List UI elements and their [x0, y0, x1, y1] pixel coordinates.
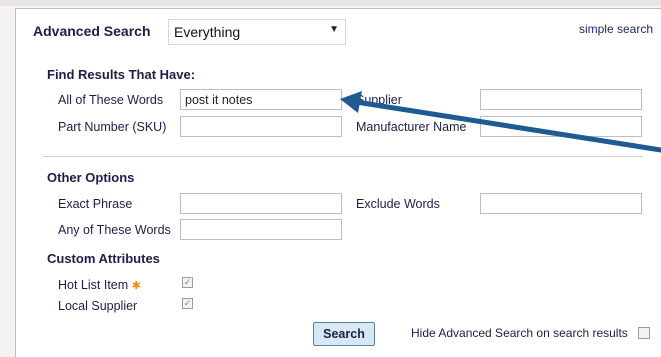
- annotation-arrow-head: [340, 91, 362, 113]
- annotation-arrow-overlay: [340, 91, 661, 153]
- annotation-arrow-shaft: [353, 99, 661, 153]
